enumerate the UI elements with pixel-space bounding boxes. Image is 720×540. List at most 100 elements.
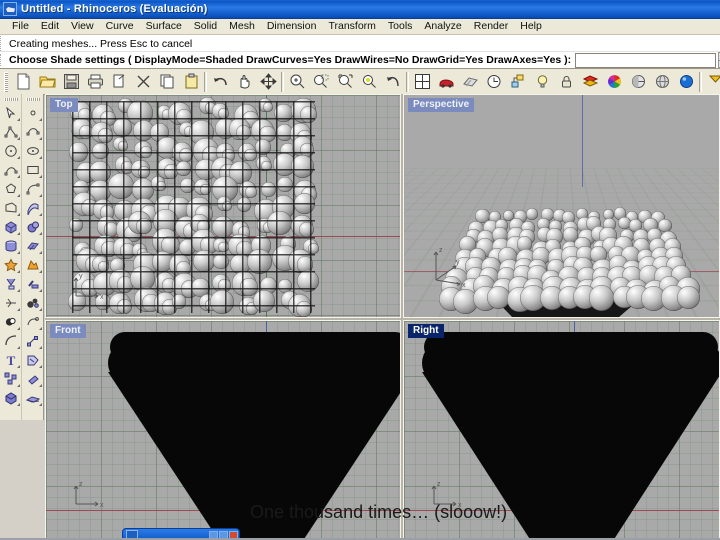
sphere-array-top-view[interactable] <box>67 97 319 317</box>
zoom-in-icon[interactable] <box>285 70 309 93</box>
command-input[interactable] <box>575 52 717 68</box>
surface-loft-icon[interactable] <box>22 198 43 217</box>
rectangle-icon[interactable] <box>22 160 43 179</box>
sphere-icon[interactable] <box>22 217 43 236</box>
menu-item-render[interactable]: Render <box>468 19 514 34</box>
split-icon[interactable] <box>0 293 21 312</box>
color-wheel-icon[interactable] <box>602 70 626 93</box>
paste-icon[interactable] <box>179 70 203 93</box>
text-icon[interactable]: T <box>0 350 21 369</box>
offset-icon[interactable] <box>22 293 43 312</box>
boolean-star-icon[interactable] <box>0 255 21 274</box>
toolbar-separator <box>281 71 284 92</box>
zoom-extents-icon[interactable] <box>333 70 357 93</box>
save-icon[interactable] <box>59 70 83 93</box>
box-icon[interactable] <box>0 217 21 236</box>
pan-hand-icon[interactable] <box>232 70 256 93</box>
polyline-icon[interactable] <box>0 122 21 141</box>
menu-item-transform[interactable]: Transform <box>322 19 381 34</box>
trim-icon[interactable] <box>0 274 21 293</box>
undo-icon[interactable] <box>208 70 232 93</box>
lock-icon[interactable] <box>554 70 578 93</box>
zoom-window-icon[interactable] <box>309 70 333 93</box>
menu-item-mesh[interactable]: Mesh <box>223 19 261 34</box>
light-bulb-icon[interactable] <box>530 70 554 93</box>
command-history: Creating meshes... Press Esc to cancel <box>0 36 720 51</box>
ellipse-icon[interactable] <box>22 141 43 160</box>
menu-item-solid[interactable]: Solid <box>188 19 223 34</box>
layer-icon[interactable] <box>578 70 602 93</box>
arc-icon[interactable] <box>22 179 43 198</box>
circle-icon[interactable] <box>0 141 21 160</box>
toolbar-grip[interactable] <box>4 71 8 92</box>
sphere-array-perspective-view[interactable] <box>438 207 702 317</box>
z-axis-line <box>582 95 583 187</box>
open-icon[interactable] <box>35 70 59 93</box>
surface-patch-icon[interactable] <box>22 236 43 255</box>
blend-curve-icon[interactable] <box>22 331 43 350</box>
boolean-difference-icon[interactable] <box>22 255 43 274</box>
four-view-icon[interactable] <box>410 70 434 93</box>
curve-control-points-icon[interactable] <box>0 160 21 179</box>
boolean-split-icon[interactable] <box>22 312 43 331</box>
surface-from-points-icon[interactable] <box>0 198 21 217</box>
menu-item-view[interactable]: View <box>65 19 100 34</box>
menu-item-analyze[interactable]: Analyze <box>418 19 467 34</box>
shade-icon[interactable] <box>458 70 482 93</box>
polygon-icon[interactable] <box>0 179 21 198</box>
cut-icon[interactable] <box>107 70 131 93</box>
menu-item-surface[interactable]: Surface <box>140 19 188 34</box>
svg-text:z: z <box>439 247 443 254</box>
material-icon[interactable] <box>626 70 650 93</box>
menu-item-edit[interactable]: Edit <box>35 19 65 34</box>
viewport-label-top[interactable]: Top <box>50 98 78 112</box>
menu-item-dimension[interactable]: Dimension <box>261 19 323 34</box>
select-arrow-icon[interactable] <box>0 103 21 122</box>
fillet-curve-icon[interactable] <box>0 331 21 350</box>
zoom-selected-icon[interactable] <box>357 70 381 93</box>
rhinoceros-application-window: Untitled - Rhinoceros (Evaluación) File … <box>0 0 720 540</box>
svg-text:x: x <box>100 502 104 509</box>
mesh-icon[interactable] <box>22 388 43 407</box>
cube-solid-icon[interactable] <box>0 388 21 407</box>
viewport-grid: Top yx Perspective zyx Front z x Right z… <box>45 94 720 540</box>
join-icon[interactable] <box>22 274 43 293</box>
viewport-label-front[interactable]: Front <box>50 324 86 338</box>
window-titlebar[interactable]: Untitled - Rhinoceros (Evaluación) <box>0 0 720 19</box>
flag-icon[interactable] <box>703 70 720 93</box>
render-sphere-icon[interactable] <box>674 70 698 93</box>
point-icon[interactable] <box>22 103 43 122</box>
svg-text:y: y <box>79 273 83 280</box>
slide-caption: One thousand times… (slooow!) <box>250 502 508 522</box>
dimension-icon[interactable] <box>22 350 43 369</box>
curve-interpolate-icon[interactable] <box>22 122 43 141</box>
left-toolbar-grip-1[interactable] <box>3 98 18 101</box>
array-icon[interactable] <box>22 369 43 388</box>
print-icon[interactable] <box>83 70 107 93</box>
cylinder-icon[interactable] <box>0 236 21 255</box>
viewport-perspective[interactable]: Perspective z y x <box>403 94 720 318</box>
menu-item-curve[interactable]: Curve <box>100 19 140 34</box>
move-icon[interactable] <box>256 70 280 93</box>
boolean-union-icon[interactable] <box>0 312 21 331</box>
menu-item-help[interactable]: Help <box>514 19 548 34</box>
command-prompt-label: Choose Shade settings ( DisplayMode=Shad… <box>0 54 571 66</box>
named-view-icon[interactable] <box>506 70 530 93</box>
copy-icon[interactable] <box>155 70 179 93</box>
menu-item-tools[interactable]: Tools <box>382 19 419 34</box>
car-icon[interactable] <box>434 70 458 93</box>
environment-icon[interactable] <box>650 70 674 93</box>
toolbar-separator <box>699 71 702 92</box>
zoom-previous-icon[interactable] <box>381 70 405 93</box>
explode-icon[interactable] <box>0 369 21 388</box>
viewport-label-right[interactable]: Right <box>408 324 444 338</box>
menu-item-file[interactable]: File <box>6 19 35 34</box>
svg-text:x: x <box>462 282 466 288</box>
command-area: Creating meshes... Press Esc to cancel C… <box>0 35 720 69</box>
viewport-label-perspective[interactable]: Perspective <box>408 98 475 112</box>
viewport-top[interactable]: Top yx <box>45 94 401 318</box>
clock-icon[interactable] <box>482 70 506 93</box>
scissors-icon[interactable] <box>131 70 155 93</box>
new-icon[interactable] <box>11 70 35 93</box>
left-toolbar-grip-2[interactable] <box>25 98 40 101</box>
